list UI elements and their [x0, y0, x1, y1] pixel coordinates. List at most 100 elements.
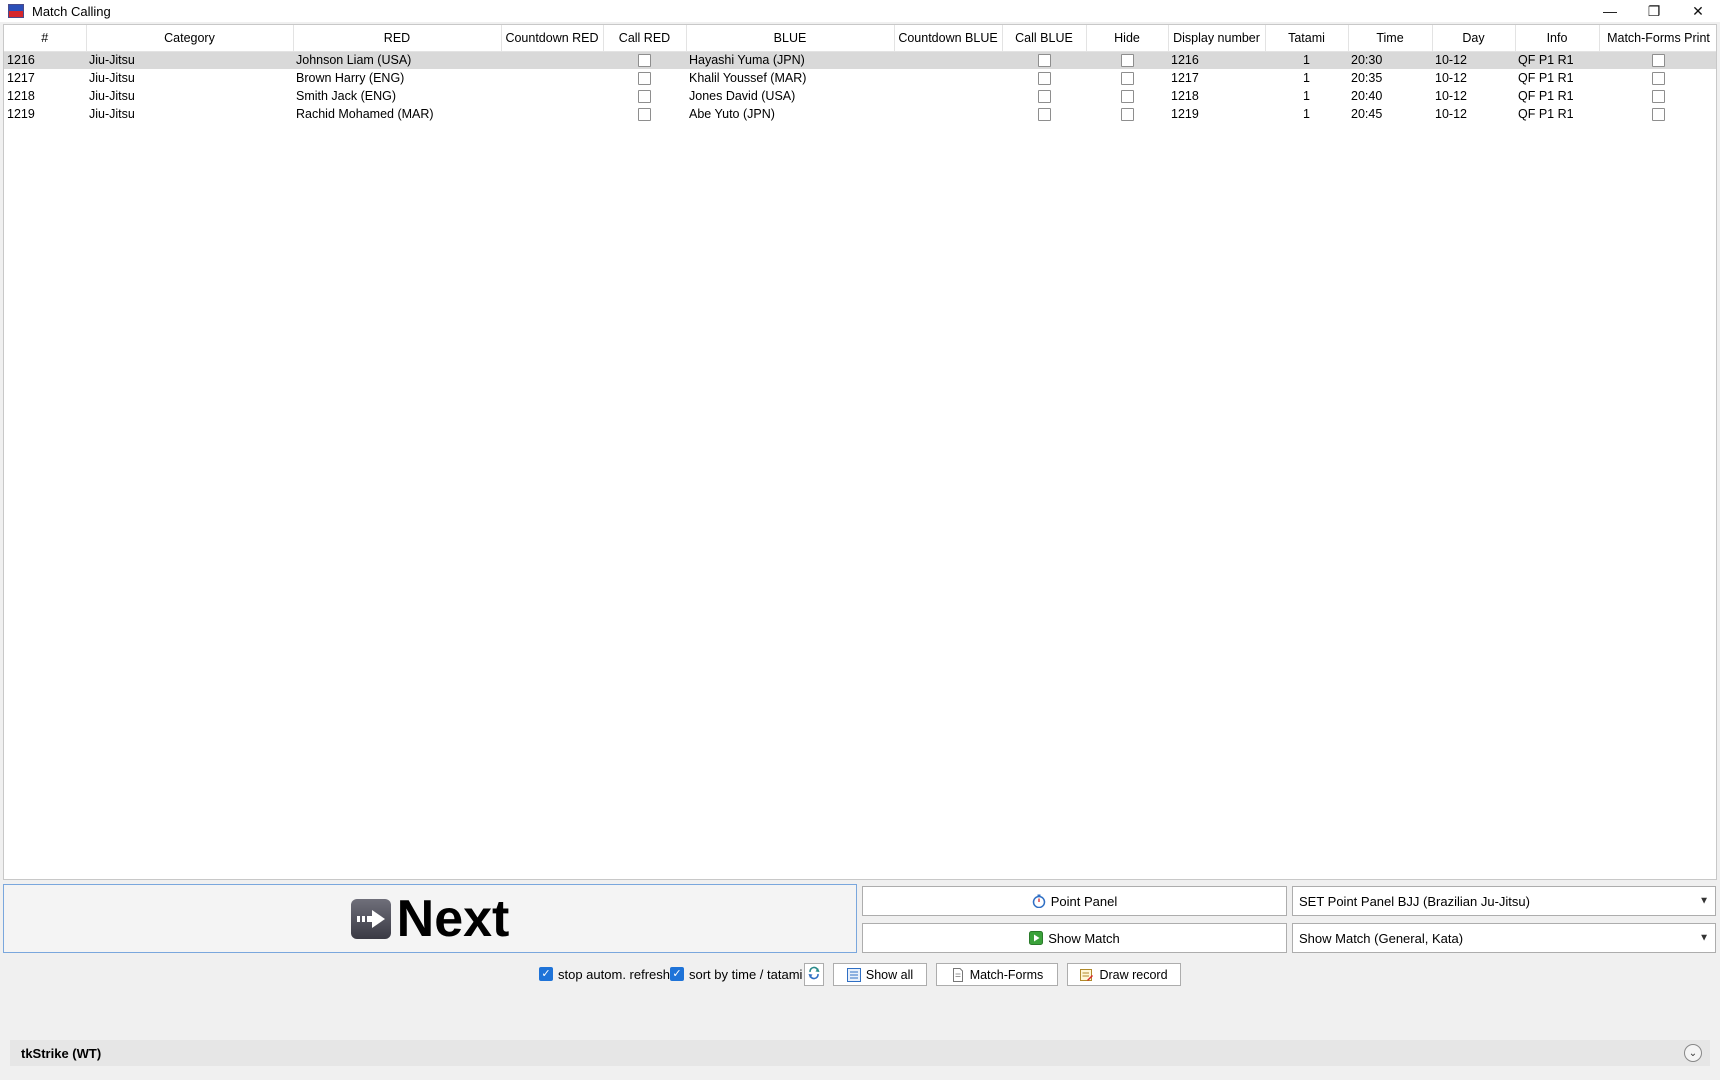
- sort-option[interactable]: ✓ sort by time / tatami: [670, 962, 802, 986]
- show-match-button[interactable]: Show Match: [862, 923, 1287, 953]
- cell-hide: [1086, 69, 1168, 87]
- show-match-select[interactable]: Show Match (General, Kata) ▼: [1292, 923, 1716, 953]
- cell-blue: Jones David (USA): [689, 89, 796, 103]
- column-header-hide[interactable]: Hide: [1086, 25, 1169, 52]
- cell-day: 10-12: [1435, 107, 1467, 121]
- table-row[interactable]: 1217 Jiu-Jitsu Brown Harry (ENG) Khalil …: [4, 69, 1716, 87]
- cell-number: 1219: [7, 107, 35, 121]
- column-header-day[interactable]: Day: [1432, 25, 1516, 52]
- cell-info: QF P1 R1: [1518, 89, 1574, 103]
- cell-display-number: 1216: [1168, 51, 1265, 69]
- column-header-time[interactable]: Time: [1348, 25, 1433, 52]
- match-table: # Category RED Countdown RED Call RED BL…: [4, 25, 1716, 123]
- column-header-countdown-red[interactable]: Countdown RED: [501, 25, 604, 52]
- cell-category: Jiu-Jitsu: [89, 89, 135, 103]
- stop-refresh-checkbox[interactable]: ✓: [539, 967, 553, 981]
- cell-blue: Khalil Youssef (MAR): [689, 71, 807, 85]
- play-icon: [1029, 931, 1044, 945]
- match-forms-button[interactable]: Match-Forms: [936, 963, 1058, 986]
- minimize-icon: —: [1603, 3, 1617, 19]
- hide-checkbox[interactable]: [1120, 72, 1134, 86]
- call-blue-checkbox[interactable]: [1037, 90, 1051, 104]
- hide-checkbox[interactable]: [1120, 108, 1134, 122]
- draw-record-label: Draw record: [1099, 967, 1168, 982]
- point-panel-button[interactable]: Point Panel: [862, 886, 1287, 916]
- cell-display-number: 1217: [1171, 71, 1199, 85]
- cell-red: Rachid Mohamed (MAR): [296, 107, 434, 121]
- cell-countdown-blue: [894, 105, 1002, 123]
- column-header-display-number[interactable]: Display number: [1168, 25, 1266, 52]
- sort-label: sort by time / tatami: [689, 966, 803, 982]
- cell-countdown-blue: [894, 87, 1002, 105]
- column-header-info[interactable]: Info: [1515, 25, 1600, 52]
- cell-tatami: 1: [1303, 107, 1310, 121]
- chevron-down-icon: ▼: [1699, 895, 1709, 907]
- column-header-countdown-blue[interactable]: Countdown BLUE: [894, 25, 1003, 52]
- show-all-label: Show all: [865, 967, 914, 982]
- cell-match-forms-print: [1599, 87, 1716, 105]
- close-button[interactable]: ✕: [1676, 0, 1720, 22]
- window-title: Match Calling: [32, 3, 111, 19]
- show-match-select-value: Show Match (General, Kata): [1299, 930, 1464, 946]
- cell-match-forms-print: [1599, 105, 1716, 123]
- chevron-double-down-icon: ⌄: [1688, 1047, 1698, 1059]
- call-red-checkbox[interactable]: [638, 108, 651, 122]
- match-forms-print-checkbox[interactable]: [1652, 90, 1665, 104]
- call-red-checkbox[interactable]: [638, 90, 651, 104]
- point-panel-select-value: SET Point Panel BJJ (Brazilian Ju-Jitsu): [1299, 893, 1530, 909]
- chevron-down-icon: ▼: [1699, 932, 1709, 944]
- cell-countdown-blue: [894, 69, 1002, 87]
- match-table-panel[interactable]: # Category RED Countdown RED Call RED BL…: [3, 24, 1717, 880]
- refresh-button[interactable]: [804, 963, 824, 986]
- next-button[interactable]: Next: [3, 884, 857, 953]
- close-icon: ✕: [1692, 2, 1704, 19]
- hide-checkbox[interactable]: [1120, 90, 1134, 104]
- show-all-button[interactable]: Show all: [833, 963, 927, 986]
- minimize-button[interactable]: —: [1588, 0, 1632, 22]
- expand-button[interactable]: ⌄: [1684, 1044, 1702, 1062]
- cell-tatami: 1: [1303, 71, 1310, 85]
- match-forms-print-checkbox[interactable]: [1652, 108, 1665, 122]
- cell-category: Jiu-Jitsu: [89, 107, 135, 121]
- point-panel-select[interactable]: SET Point Panel BJJ (Brazilian Ju-Jitsu)…: [1292, 886, 1716, 916]
- cell-number: 1217: [7, 71, 35, 85]
- table-row[interactable]: 1219 Jiu-Jitsu Rachid Mohamed (MAR) Abe …: [4, 105, 1716, 123]
- draw-record-icon: [1080, 968, 1094, 982]
- column-header-number[interactable]: #: [4, 25, 87, 52]
- column-header-call-blue[interactable]: Call BLUE: [1002, 25, 1087, 52]
- call-red-checkbox[interactable]: [638, 54, 651, 68]
- restore-icon: ❐: [1647, 2, 1661, 19]
- cell-category: Jiu-Jitsu: [89, 71, 135, 85]
- cell-call-red: [603, 69, 686, 87]
- cell-call-red: [603, 87, 686, 105]
- call-red-checkbox[interactable]: [638, 72, 651, 86]
- sort-checkbox[interactable]: ✓: [670, 967, 684, 981]
- call-blue-checkbox[interactable]: [1037, 108, 1051, 122]
- column-header-tatami[interactable]: Tatami: [1265, 25, 1349, 52]
- call-blue-checkbox[interactable]: [1037, 72, 1051, 86]
- cell-countdown-red: [501, 87, 603, 105]
- cell-red: Brown Harry (ENG): [296, 71, 405, 85]
- cell-number: 1216: [4, 51, 86, 69]
- match-forms-print-checkbox[interactable]: [1652, 72, 1665, 86]
- next-label: Next: [396, 889, 510, 948]
- table-row[interactable]: 1216 Jiu-Jitsu Johnson Liam (USA) Hayash…: [4, 51, 1716, 69]
- call-blue-checkbox[interactable]: [1037, 54, 1051, 68]
- list-icon: [846, 967, 861, 982]
- restore-button[interactable]: ❐: [1632, 0, 1676, 22]
- match-forms-print-checkbox[interactable]: [1652, 54, 1665, 68]
- column-header-red[interactable]: RED: [293, 25, 502, 52]
- cell-call-blue: [1002, 51, 1086, 69]
- app-icon: [8, 4, 24, 18]
- column-header-match-forms-print[interactable]: Match-Forms Print: [1599, 25, 1716, 52]
- column-header-category[interactable]: Category: [86, 25, 294, 52]
- match-forms-label: Match-Forms: [969, 967, 1044, 982]
- stop-refresh-option[interactable]: ✓ stop autom. refresh: [539, 962, 670, 986]
- table-row[interactable]: 1218 Jiu-Jitsu Smith Jack (ENG) Jones Da…: [4, 87, 1716, 105]
- cell-number: 1218: [7, 89, 35, 103]
- column-header-blue[interactable]: BLUE: [686, 25, 895, 52]
- column-header-call-red[interactable]: Call RED: [603, 25, 687, 52]
- draw-record-button[interactable]: Draw record: [1067, 963, 1181, 986]
- hide-checkbox[interactable]: [1120, 54, 1134, 68]
- cell-hide: [1086, 105, 1168, 123]
